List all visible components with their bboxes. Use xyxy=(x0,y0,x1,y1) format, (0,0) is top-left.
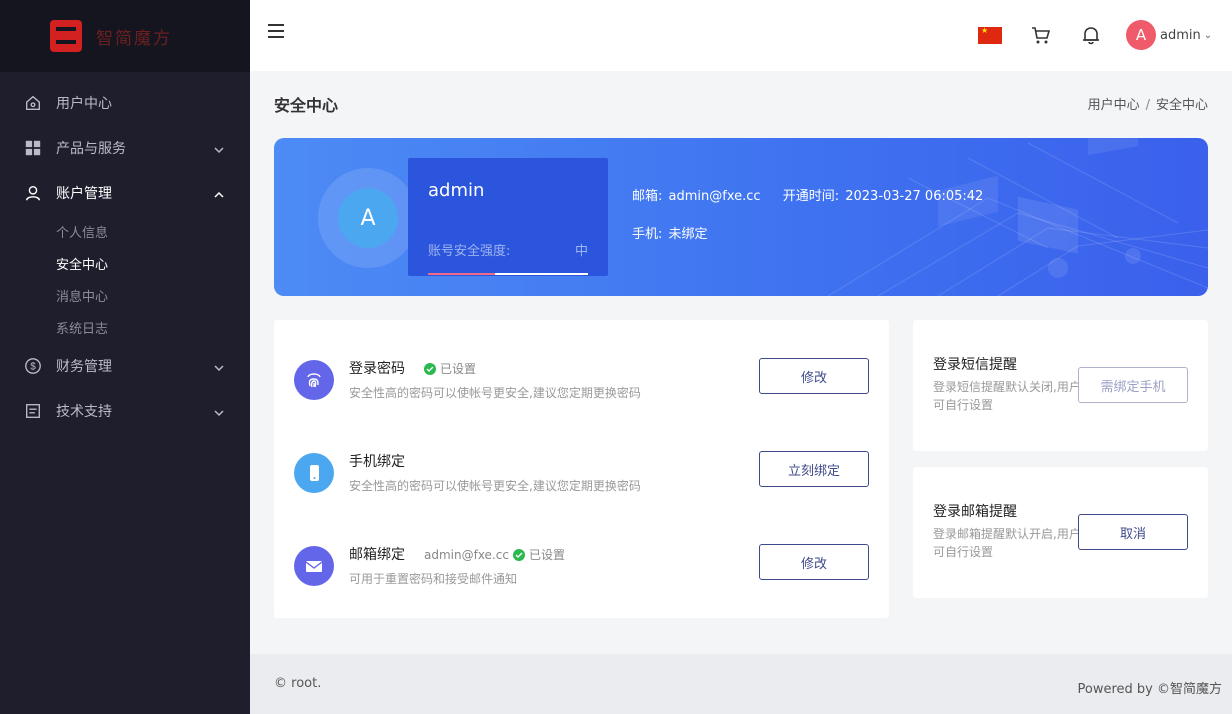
security-settings-panel: 登录密码 已设置 安全性高的密码可以使帐号更安全,建议您定期更换密码 修改 手机… xyxy=(274,320,889,618)
password-row: 登录密码 已设置 安全性高的密码可以使帐号更安全,建议您定期更换密码 修改 xyxy=(274,342,889,422)
sidebar-item-finance[interactable]: $ 财务管理 xyxy=(0,343,250,388)
password-title: 登录密码 xyxy=(349,361,405,377)
footer-copyright: © root. xyxy=(274,676,322,691)
china-flag-icon[interactable] xyxy=(978,26,1002,44)
footer: © root. Powered by ©智简魔方 xyxy=(250,654,1232,714)
cart-icon[interactable] xyxy=(1030,24,1052,46)
sidebar-item-label: 用户中心 xyxy=(56,95,112,112)
since-label: 开通时间: xyxy=(782,189,840,204)
sidebar-item-label: 产品与服务 xyxy=(56,140,126,157)
email-desc: 可用于重置密码和接受邮件通知 xyxy=(349,572,518,586)
avatar: A xyxy=(338,188,398,248)
user-summary-card: admin 账号安全强度: 中 xyxy=(408,158,608,276)
logo-text: 智简魔方 xyxy=(96,28,172,49)
avatar: A xyxy=(1126,20,1156,50)
phone-row: 手机绑定 安全性高的密码可以使帐号更安全,建议您定期更换密码 立刻绑定 xyxy=(274,435,889,515)
sidebar-nav: 用户中心 产品与服务 账户管理 个人信息 安全中心 消息中心 系统日志 $ 财务… xyxy=(0,72,250,433)
top-header: A admin ⌄ xyxy=(250,0,1232,71)
sidebar-subitem-logs[interactable]: 系统日志 xyxy=(0,311,250,343)
email-info: 邮箱: admin@fxe.cc 开通时间: 2023-03-27 06:05:… xyxy=(632,185,983,204)
email-address: admin@fxe.cc xyxy=(424,547,509,562)
email-status: admin@fxe.cc 已设置 xyxy=(424,546,565,563)
account-name: admin xyxy=(428,180,485,201)
sidebar-subitem-profile[interactable]: 个人信息 xyxy=(0,215,250,247)
cancel-email-alert-button[interactable]: 取消 xyxy=(1078,514,1188,550)
email-value: admin@fxe.cc xyxy=(668,189,761,204)
brand-logo[interactable]: 智简魔方 xyxy=(0,0,250,72)
bell-icon[interactable] xyxy=(1080,24,1102,46)
security-strength-fill xyxy=(428,273,496,275)
check-circle-icon xyxy=(512,548,525,561)
sidebar-item-label: 账户管理 xyxy=(56,185,112,202)
home-icon xyxy=(24,94,42,112)
phone-label: 手机: xyxy=(632,227,663,242)
logo-icon xyxy=(50,20,82,52)
breadcrumb-link-user-center[interactable]: 用户中心 xyxy=(1088,98,1140,113)
breadcrumb-separator: / xyxy=(1145,98,1150,113)
sidebar-item-user-center[interactable]: 用户中心 xyxy=(0,80,250,125)
document-icon xyxy=(24,402,42,420)
phone-value: 未绑定 xyxy=(668,227,708,242)
sms-alert-title: 登录短信提醒 xyxy=(933,357,1017,373)
svg-text:$: $ xyxy=(30,361,36,372)
chevron-down-icon: ⌄ xyxy=(1203,29,1213,41)
chevron-up-icon xyxy=(214,188,224,198)
sidebar-item-account[interactable]: 账户管理 xyxy=(0,170,250,215)
email-alert-card: 登录邮箱提醒 登录邮箱提醒默认开启,用户可自行设置 取消 xyxy=(913,467,1208,598)
check-circle-icon xyxy=(424,362,436,375)
change-email-button[interactable]: 修改 xyxy=(759,544,869,580)
email-status-text: 已设置 xyxy=(528,548,565,562)
breadcrumb: 用户中心 / 安全中心 xyxy=(1088,94,1208,113)
since-value: 2023-03-27 06:05:42 xyxy=(845,189,984,204)
phone-icon xyxy=(294,453,334,493)
page-title: 安全中心 xyxy=(274,96,339,115)
email-label: 邮箱: xyxy=(632,189,663,204)
phone-desc: 安全性高的密码可以使帐号更安全,建议您定期更换密码 xyxy=(349,479,641,493)
sms-alert-desc: 登录短信提醒默认关闭,用户可自行设置 xyxy=(933,380,1081,412)
footer-powered-by: Powered by ©智简魔方 xyxy=(1077,682,1222,697)
sidebar-subitem-security[interactable]: 安全中心 xyxy=(0,247,250,279)
dollar-icon: $ xyxy=(24,357,42,375)
fingerprint-icon xyxy=(294,360,334,400)
sms-alert-card: 登录短信提醒 登录短信提醒默认关闭,用户可自行设置 需绑定手机 xyxy=(913,320,1208,451)
email-row: 邮箱绑定 admin@fxe.cc 已设置 可用于重置密码和接受邮件通知 修改 xyxy=(274,528,889,608)
chevron-down-icon xyxy=(214,143,224,153)
chevron-down-icon xyxy=(214,361,224,371)
sidebar-item-label: 技术支持 xyxy=(56,403,112,420)
sidebar: 智简魔方 用户中心 产品与服务 账户管理 个人信息 安全中心 消息中心 系统日志… xyxy=(0,0,250,714)
chevron-down-icon xyxy=(214,406,224,416)
isometric-illustration xyxy=(827,138,1208,296)
sidebar-item-label: 财务管理 xyxy=(56,358,112,375)
header-user-name: admin xyxy=(1160,27,1201,43)
security-strength-label: 账号安全强度: xyxy=(428,244,511,259)
sidebar-item-products[interactable]: 产品与服务 xyxy=(0,125,250,170)
hamburger-menu-icon[interactable] xyxy=(268,24,284,40)
phone-title: 手机绑定 xyxy=(349,454,405,470)
bind-phone-button[interactable]: 立刻绑定 xyxy=(759,451,869,487)
password-status-text: 已设置 xyxy=(440,362,477,376)
security-strength-value: 中 xyxy=(574,244,588,259)
email-alert-desc: 登录邮箱提醒默认开启,用户可自行设置 xyxy=(933,527,1081,559)
password-status: 已设置 xyxy=(424,360,476,377)
grid-icon xyxy=(24,139,42,157)
user-icon xyxy=(24,184,42,202)
email-alert-title: 登录邮箱提醒 xyxy=(933,504,1017,520)
security-strength-bar xyxy=(428,273,588,275)
account-banner: A admin 账号安全强度: 中 邮箱: admin@fxe.cc 开通时间:… xyxy=(274,138,1208,296)
sidebar-subitem-messages[interactable]: 消息中心 xyxy=(0,279,250,311)
bind-phone-required-button[interactable]: 需绑定手机 xyxy=(1078,367,1188,403)
email-title: 邮箱绑定 xyxy=(349,547,405,563)
change-password-button[interactable]: 修改 xyxy=(759,358,869,394)
password-desc: 安全性高的密码可以使帐号更安全,建议您定期更换密码 xyxy=(349,386,641,400)
sidebar-item-support[interactable]: 技术支持 xyxy=(0,388,250,433)
user-menu[interactable]: A admin ⌄ xyxy=(1126,20,1212,50)
envelope-icon xyxy=(294,546,334,586)
phone-info: 手机: 未绑定 xyxy=(632,223,708,242)
breadcrumb-current: 安全中心 xyxy=(1155,98,1208,113)
